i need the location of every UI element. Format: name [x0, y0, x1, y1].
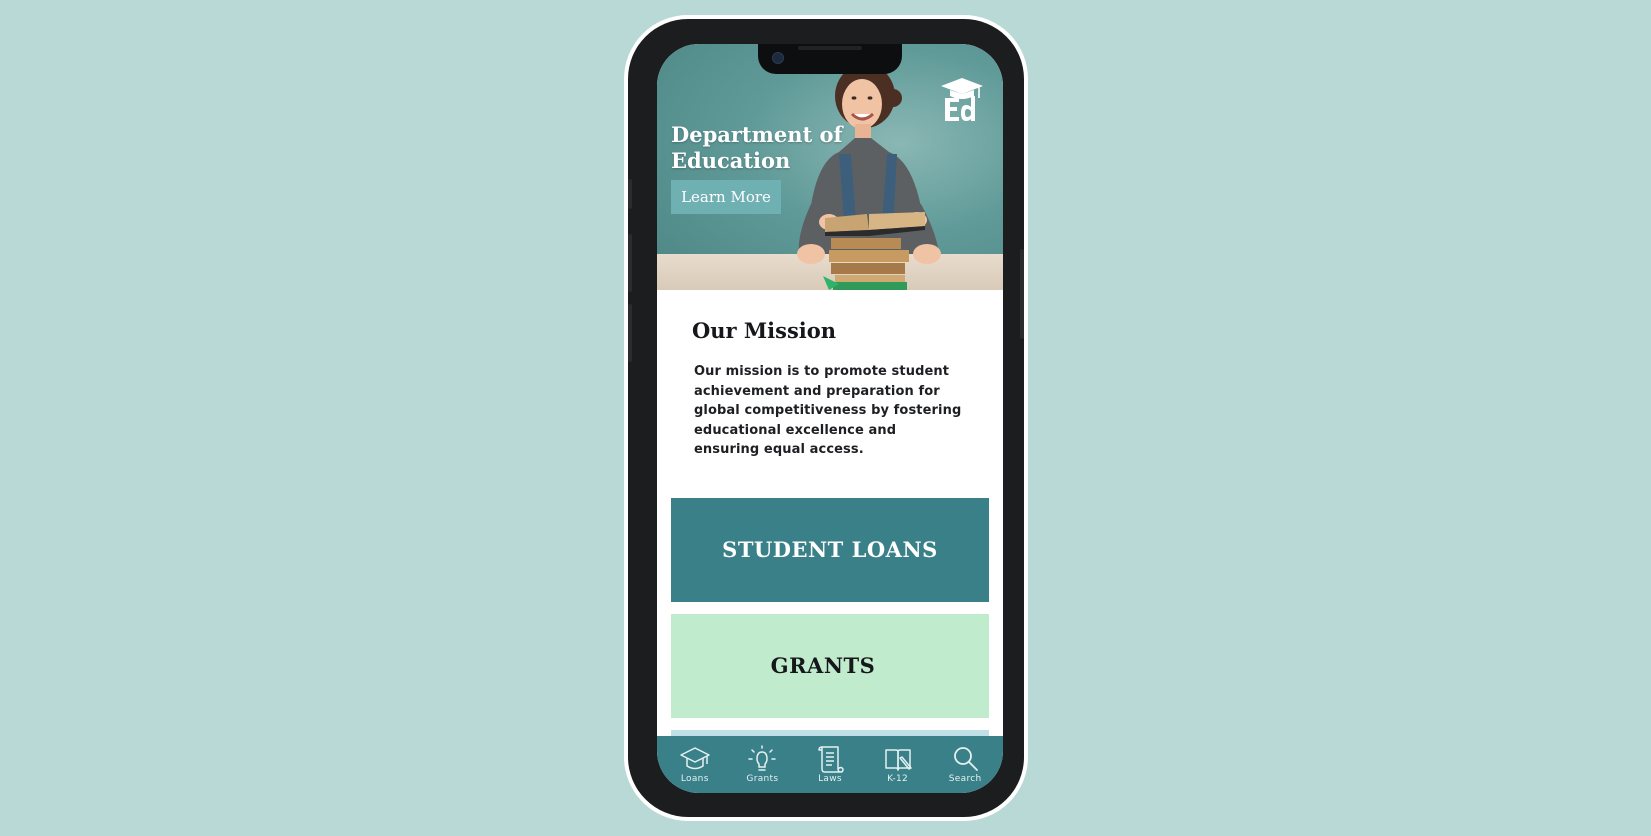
book-pencil-icon	[884, 749, 912, 771]
phone-side-button	[628, 179, 632, 209]
phone-body: Department of Education Learn More Our M…	[628, 19, 1024, 817]
hero-title-line2: Education	[671, 148, 791, 173]
phone-side-button	[1020, 249, 1024, 339]
phone-side-button	[628, 234, 632, 292]
bottom-nav-bar: Loans Grants Laws K-12 Search	[657, 736, 1003, 793]
search-icon	[954, 747, 979, 771]
graduation-cap-icon	[680, 747, 710, 770]
nav-item-grants[interactable]: Grants	[731, 736, 793, 784]
ed-logo-icon[interactable]	[939, 74, 985, 124]
hero-banner: Department of Education Learn More	[657, 44, 1003, 290]
student-loans-card[interactable]: STUDENT LOANS	[671, 498, 989, 602]
scroll-icon	[818, 746, 844, 773]
hero-title: Department of Education	[671, 122, 861, 174]
nav-item-loans[interactable]: Loans	[664, 736, 726, 784]
phone-frame: Department of Education Learn More Our M…	[624, 15, 1028, 821]
nav-label-k12: K-12	[887, 774, 908, 784]
nav-label-laws: Laws	[818, 774, 842, 784]
mission-text: Our mission is to promote student achiev…	[694, 364, 962, 457]
phone-side-button	[628, 304, 632, 362]
nav-item-laws[interactable]: Laws	[799, 736, 861, 784]
front-camera	[772, 52, 784, 64]
hero-title-line1: Department of	[671, 122, 843, 147]
learn-more-button[interactable]: Learn More	[671, 180, 781, 214]
phone-screen: Department of Education Learn More Our M…	[657, 44, 1003, 793]
speaker-grille	[798, 46, 862, 50]
nav-item-k12[interactable]: K-12	[867, 736, 929, 784]
lightbulb-icon	[748, 745, 777, 771]
nav-label-search: Search	[948, 774, 982, 784]
nav-label-grants: Grants	[746, 774, 779, 784]
grants-card[interactable]: GRANTS	[671, 614, 989, 718]
mission-title: Our Mission	[692, 318, 837, 343]
notch	[758, 44, 902, 74]
nav-label-loans: Loans	[680, 774, 709, 784]
nav-item-search[interactable]: Search	[934, 736, 996, 784]
